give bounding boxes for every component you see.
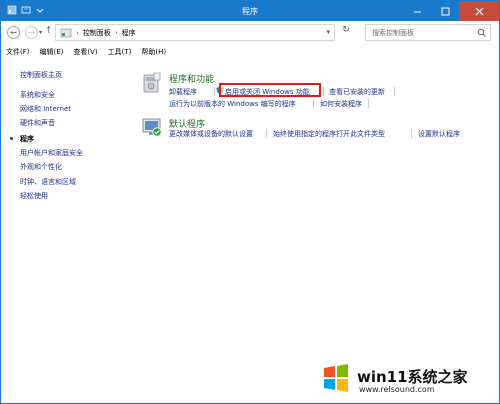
menu-file[interactable]: 文件(F) <box>1 45 35 59</box>
sidebar-item-hardware-sound[interactable]: 硬件和声音 <box>20 118 55 128</box>
current-item-indicator <box>10 137 13 140</box>
how-to-install-link[interactable]: 如何安装程序 <box>320 99 362 109</box>
menu-bar: 文件(F) 编辑(E) 查看(V) 工具(T) 帮助(H) <box>1 45 499 59</box>
windows-logo-icon <box>324 364 348 392</box>
breadcrumb-separator-icon: › <box>114 28 118 37</box>
menu-edit[interactable]: 编辑(E) <box>35 45 69 59</box>
run-old-programs-link[interactable]: 运行为以前版本的 Windows 编写的程序 <box>169 99 296 109</box>
refresh-button[interactable]: ↻ <box>339 25 353 40</box>
sidebar-item-user-accounts[interactable]: 用户帐户和家庭安全 <box>20 148 83 158</box>
sidebar-item-network-internet[interactable]: 网络和 Internet <box>20 104 71 114</box>
forward-button[interactable]: → <box>25 26 38 39</box>
control-panel-window: 程序 ← → ▾ ↑ › 控制面板 › 程序 ▾ ↻ 搜索控制面板 文件(F) … <box>0 0 500 404</box>
programs-features-icon[interactable] <box>141 72 163 94</box>
recent-locations-icon[interactable]: ▾ <box>39 29 42 36</box>
breadcrumb-control-panel[interactable]: 控制面板 <box>83 28 111 38</box>
sidebar-item-control-panel-home[interactable]: 控制面板主页 <box>20 70 62 80</box>
link-divider <box>323 87 324 96</box>
sidebar-item-system-security[interactable]: 系统和安全 <box>20 90 55 100</box>
search-input[interactable]: 搜索控制面板 <box>365 24 491 41</box>
close-icon <box>475 7 483 15</box>
link-divider <box>368 99 369 108</box>
link-divider <box>214 87 215 96</box>
sidebar-item-ease-of-access[interactable]: 轻松使用 <box>20 191 48 201</box>
back-button[interactable]: ← <box>7 26 20 39</box>
refresh-icon: ↻ <box>342 25 350 35</box>
menu-view[interactable]: 查看(V) <box>68 45 102 59</box>
breadcrumb-separator-icon: › <box>76 28 79 37</box>
sidebar-item-clock-region[interactable]: 时钟、语言和区域 <box>20 177 76 187</box>
forward-arrow-icon: → <box>28 28 35 37</box>
back-arrow-icon: ← <box>10 28 17 37</box>
link-divider <box>411 129 412 138</box>
link-divider <box>266 129 267 138</box>
breadcrumb-programs[interactable]: 程序 <box>122 28 136 38</box>
address-bar-row: ← → ▾ ↑ › 控制面板 › 程序 ▾ ↻ 搜索控制面板 <box>1 21 499 46</box>
menu-help[interactable]: 帮助(H) <box>136 45 171 59</box>
programs-features-title[interactable]: 程序和功能 <box>169 72 214 85</box>
control-panel-small-icon <box>60 28 72 37</box>
maximize-icon <box>441 7 449 15</box>
always-use-program-link[interactable]: 始终使用指定的程序打开此文件类型 <box>273 129 385 139</box>
menu-tools[interactable]: 工具(T) <box>103 45 137 59</box>
up-arrow-icon: ↑ <box>45 26 53 36</box>
watermark: win11系统之家 www.relsound.com <box>291 363 491 399</box>
turn-windows-features-link[interactable]: 启用或关闭 Windows 功能 <box>225 87 310 97</box>
link-divider <box>313 99 314 108</box>
minimize-icon <box>413 11 421 12</box>
address-dropdown-icon[interactable]: ▾ <box>326 28 330 36</box>
title-bar: 程序 <box>1 1 499 21</box>
watermark-url: www.relsound.com <box>359 385 435 394</box>
search-placeholder: 搜索控制面板 <box>372 29 414 37</box>
up-button[interactable]: ↑ <box>45 26 53 36</box>
view-installed-updates-link[interactable]: 查看已安装的更新 <box>329 87 385 97</box>
close-button[interactable] <box>459 1 499 21</box>
link-divider <box>394 87 395 96</box>
change-media-defaults-link[interactable]: 更改媒体或设备的默认设置 <box>169 129 253 139</box>
uninstall-program-link[interactable]: 卸载程序 <box>169 87 197 97</box>
sidebar-item-programs: 程序 <box>20 135 34 143</box>
watermark-title: win11系统之家 <box>357 368 468 386</box>
minimize-button[interactable] <box>403 1 431 21</box>
sidebar-item-appearance[interactable]: 外观和个性化 <box>20 162 62 172</box>
default-programs-icon[interactable] <box>141 116 163 138</box>
search-icon[interactable] <box>477 28 486 37</box>
maximize-button[interactable] <box>431 1 459 21</box>
set-default-programs-link[interactable]: 设置默认程序 <box>418 129 460 139</box>
address-field[interactable]: › 控制面板 › 程序 ▾ <box>55 24 335 41</box>
